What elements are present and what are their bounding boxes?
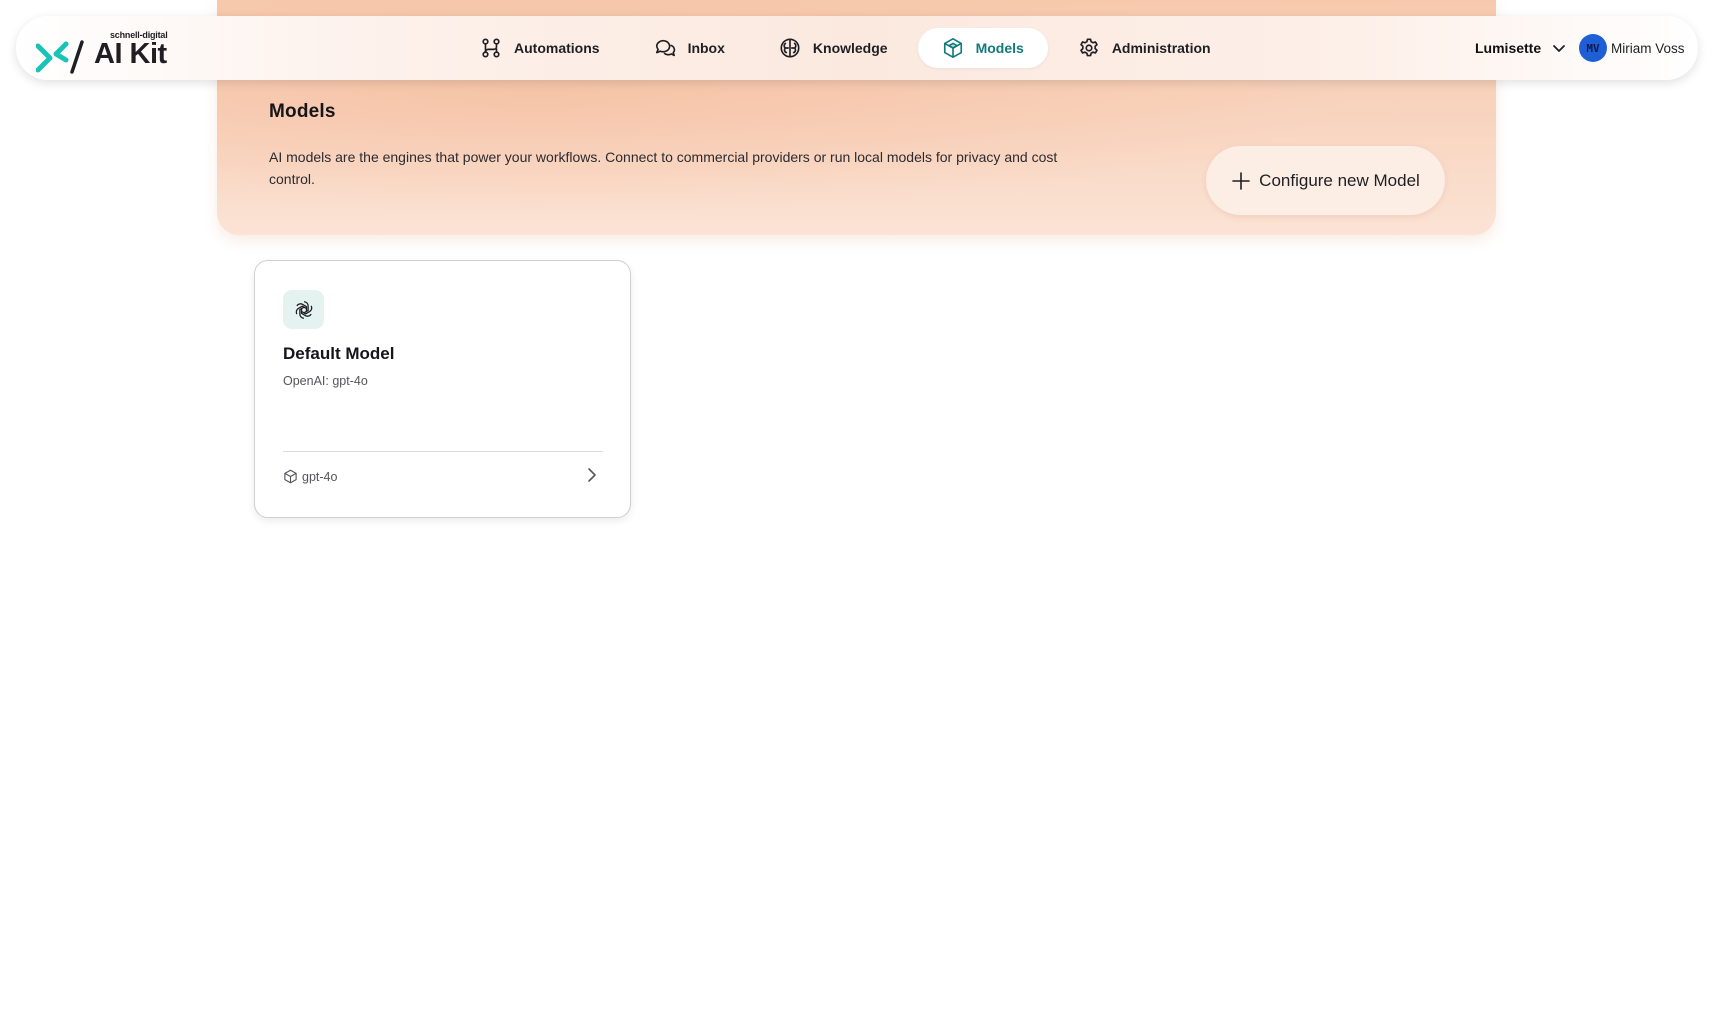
chat-bubbles-icon (655, 39, 675, 57)
main-nav: Automations Inbox Knowledge Models Admin… (456, 28, 1241, 68)
user-name: Miriam Voss (1611, 40, 1685, 56)
nav-item-administration[interactable]: Administration (1054, 28, 1235, 68)
model-name: Default Model (283, 344, 395, 363)
configure-new-model-button[interactable]: Configure new Model (1206, 146, 1445, 215)
configure-new-model-label: Configure new Model (1259, 170, 1420, 190)
nav-item-knowledge[interactable]: Knowledge (755, 28, 912, 68)
top-navigation-bar: schnell-digital AI Kit Automations Inbox (16, 16, 1698, 80)
cube-icon (284, 469, 297, 484)
brain-icon (780, 38, 800, 58)
nav-label-inbox: Inbox (687, 40, 725, 56)
gear-icon (1080, 38, 1098, 57)
nav-label-automations: Automations (514, 40, 600, 56)
organization-switcher[interactable]: Lumisette (1475, 38, 1567, 58)
organization-name: Lumisette (1475, 40, 1542, 56)
page-title: Models (269, 101, 336, 122)
cube-icon (943, 38, 962, 58)
model-id: gpt-4o (302, 469, 338, 484)
page-description: AI models are the engines that power you… (269, 149, 1058, 187)
chevron-right-icon (588, 468, 596, 482)
nav-label-administration: Administration (1111, 40, 1211, 56)
nav-item-inbox[interactable]: Inbox (630, 28, 749, 68)
avatar: MV (1579, 34, 1607, 62)
brand-product: AI Kit (94, 38, 167, 70)
workflow-icon (482, 38, 500, 58)
openai-logo-icon (283, 290, 324, 329)
model-provider: OpenAI: gpt-4o (283, 374, 368, 388)
app-logo[interactable]: schnell-digital AI Kit (36, 26, 186, 74)
model-card[interactable]: Default Model OpenAI: gpt-4o gpt-4o (254, 260, 631, 518)
model-id-row: gpt-4o (283, 469, 337, 484)
nav-item-models[interactable]: Models (917, 28, 1048, 68)
nav-label-knowledge: Knowledge (812, 40, 888, 56)
nav-label-models: Models (975, 40, 1024, 56)
chevron-down-icon (1553, 45, 1566, 52)
nav-item-automations[interactable]: Automations (456, 28, 624, 68)
logo-mark-icon (36, 40, 84, 74)
card-divider (283, 451, 603, 452)
user-menu[interactable]: MV Miriam Voss (1579, 32, 1685, 64)
plus-icon (1232, 171, 1250, 190)
